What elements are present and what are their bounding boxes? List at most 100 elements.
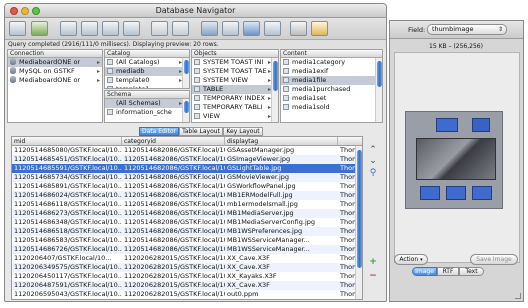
table-icon[interactable]	[123, 21, 140, 36]
table-cell[interactable]: 1120206282015/GSTKF.local/10...	[122, 263, 225, 272]
table-icon[interactable]	[102, 21, 119, 36]
save-image-button[interactable]: Save Image	[470, 254, 518, 265]
table-cell[interactable]: 1120206282015/GSTKF.local/10...	[122, 254, 225, 263]
grid-icon[interactable]	[201, 21, 218, 36]
table-row[interactable]: 1120514685451/GSTKF.local/10... 112051468…	[12, 155, 362, 164]
table-cell[interactable]: MB1MediaServerConfig.jpg	[225, 218, 338, 227]
table-cell[interactable]: 1120514682086/GSTKF.local/10...	[122, 209, 225, 218]
table-cell[interactable]: MB1WSServiceManager...	[225, 236, 338, 245]
column-header-author[interactable]	[338, 137, 362, 146]
action-button[interactable]: Action ▾	[394, 254, 428, 265]
table-cell[interactable]: out0.ppm	[225, 290, 338, 299]
table-cell[interactable]: 1120514682086/GSTKF.local/10...	[122, 191, 225, 200]
table-cell[interactable]: XX_Kayaks.X3F	[225, 272, 338, 281]
table-row[interactable]: 1120514685891/GSTKF.local/10... 112051468…	[12, 182, 362, 191]
list-item[interactable]: information_sche	[105, 108, 184, 117]
table-cell[interactable]: 1120514686024/GSTKF.local/10...	[12, 191, 122, 200]
table-cell[interactable]: GSWorkflowPanel.jpg	[225, 182, 338, 191]
arrow-down-icon[interactable]: ⌄	[368, 156, 378, 166]
list-item[interactable]: SYSTEM TOAST TAE ▸	[192, 67, 273, 76]
table-cell[interactable]: 1120514686583/GSTKF.local/10...	[12, 236, 122, 245]
table-cell[interactable]: 1120206450117/GSTKF.local/10...	[12, 272, 122, 281]
add-row-icon[interactable]: +	[368, 257, 378, 267]
table-cell[interactable]: 1120514686348/GSTKF.local/10...	[12, 218, 122, 227]
table-cell[interactable]: MB1WSPreferences.jpg	[225, 227, 338, 236]
list-item[interactable]: TABLE ▸	[192, 85, 273, 94]
table-cell[interactable]: 1120514685734/GSTKF.local/10...	[12, 173, 122, 182]
table-icon[interactable]	[222, 21, 239, 36]
catalog-scrollbar[interactable]	[182, 58, 189, 88]
arrow-up-icon[interactable]: ⌃	[368, 145, 378, 155]
scroll-thumb[interactable]	[273, 61, 278, 91]
list-item[interactable]: media1set	[281, 94, 377, 103]
list-item[interactable]: MediaboardONE or ▸	[8, 76, 102, 85]
list-item[interactable]: (All Schemas) ▸	[105, 99, 184, 108]
table-cell[interactable]: 1120206595043/GSTKF.local/10...	[12, 290, 122, 299]
table-row[interactable]: 1120514685591/GSTKF.local/10... 112051468…	[12, 164, 362, 173]
table-cell[interactable]: 1120514685591/GSTKF.local/10...	[12, 164, 122, 173]
table-icon[interactable]	[81, 21, 98, 36]
table-row[interactable]: 1120206487591/GSTKF.local/10... 112020628…	[12, 281, 362, 290]
mode-rtf[interactable]: RTF	[437, 267, 459, 276]
table-cell[interactable]: XX_Cave.X3F	[225, 281, 338, 290]
list-item[interactable]: (All Catalogs) ▸	[105, 58, 184, 67]
table-cell[interactable]: 1120514685080/GSTKF.local/10...	[12, 146, 122, 155]
content-scrollbar[interactable]	[375, 58, 382, 122]
table-scrollbar[interactable]	[355, 146, 362, 299]
table-cell[interactable]: 1120206349575/GSTKF.local/10...	[12, 263, 122, 272]
filter-icon[interactable]: ⚲	[368, 168, 378, 178]
table-cell[interactable]: 1120514685451/GSTKF.local/10...	[12, 155, 122, 164]
table-cell[interactable]: 1120206282015/GSTKF.local/10...	[122, 290, 225, 299]
table-row[interactable]: 1120206450117/GSTKF.local/10... 112020628…	[12, 272, 362, 281]
column-header-displaytag[interactable]: displaytag	[225, 137, 338, 146]
table-row[interactable]: 1120514686518/GSTKF.local/10... 112051468…	[12, 227, 362, 236]
export-icon[interactable]	[151, 21, 168, 36]
table-cell[interactable]: GSImageViewer.jpg	[225, 155, 338, 164]
movie-icon[interactable]	[31, 21, 48, 36]
column-header-mid[interactable]: mid	[12, 137, 122, 146]
table-cell[interactable]: XX_Cave.X3F	[225, 254, 338, 263]
table-cell[interactable]: 1120206407/GSTKF.local/10...	[12, 254, 122, 263]
table-cell[interactable]: GSAssetManager.jpg	[225, 146, 338, 155]
table-cell[interactable]: 1120514682086/GSTKF.local/10...	[122, 245, 225, 254]
resize-grip-icon[interactable]	[515, 293, 521, 299]
tab-key-layout[interactable]: Key Layout	[223, 127, 263, 136]
list-item[interactable]: media1file	[281, 76, 377, 85]
table-cell[interactable]: 1120514686518/GSTKF.local/10...	[12, 227, 122, 236]
list-item[interactable]: template1▸	[105, 85, 184, 88]
tab-table-layout[interactable]: Table Layout	[179, 127, 223, 136]
table-cell[interactable]: 1120514682086/GSTKF.local/10...	[122, 164, 225, 173]
table-cell[interactable]: MB1WSServiceManager...	[225, 245, 338, 254]
table-cell[interactable]: 1120514685891/GSTKF.local/10...	[12, 182, 122, 191]
import-icon[interactable]	[172, 21, 189, 36]
scroll-thumb[interactable]	[357, 150, 362, 268]
list-item[interactable]: MySQL on GSTKF ▸	[8, 67, 102, 76]
list-item[interactable]: TEMPORARY INDEX ▸	[192, 94, 273, 103]
list-item[interactable]: MediaboardONE or ▸	[8, 58, 102, 67]
table-cell[interactable]: 1120514682086/GSTKF.local/10...	[122, 227, 225, 236]
table-cell[interactable]: MB1MediaServer.jpg	[225, 209, 338, 218]
table-cell[interactable]: XX_Cave.X3F	[225, 263, 338, 272]
table-cell[interactable]: GSLightTable.jpg	[225, 164, 338, 173]
table-cell[interactable]: 1120514682086/GSTKF.local/10...	[122, 236, 225, 245]
table-cell[interactable]: 1120206282015/GSTKF.local/10...	[122, 272, 225, 281]
connect-icon[interactable]	[9, 21, 26, 36]
list-item[interactable]: SYSTEM VIEW ▸	[192, 76, 273, 85]
list-item[interactable]: media1category	[281, 58, 377, 67]
refresh-icon[interactable]	[243, 21, 260, 36]
table-cell[interactable]: 1120206487591/GSTKF.local/10...	[12, 281, 122, 290]
table-cell[interactable]: 1120514682086/GSTKF.local/10...	[122, 218, 225, 227]
table-row[interactable]: 1120206595043/GSTKF.local/10... 112020628…	[12, 290, 362, 299]
table-cell[interactable]: 1120514682086/GSTKF.local/10...	[122, 173, 225, 182]
table-cell[interactable]: mb1ermodelsmall.jpg	[225, 200, 338, 209]
table-row[interactable]: 1120514686273/GSTKF.local/10... 112051468…	[12, 209, 362, 218]
table-cell[interactable]: 1120206282015/GSTKF.local/10...	[122, 281, 225, 290]
field-select[interactable]: thumbimage ⇕	[427, 24, 507, 35]
list-item[interactable]: media1sold	[281, 103, 377, 112]
table-icon[interactable]	[264, 21, 281, 36]
scroll-thumb[interactable]	[184, 101, 189, 113]
list-item[interactable]: TEMPORARY TABLI ▸	[192, 103, 273, 112]
list-item[interactable]: mediadb ▸	[105, 67, 184, 76]
scroll-thumb[interactable]	[184, 60, 189, 74]
table-row[interactable]: 1120206407/GSTKF.local/10... 112020628201…	[12, 254, 362, 263]
